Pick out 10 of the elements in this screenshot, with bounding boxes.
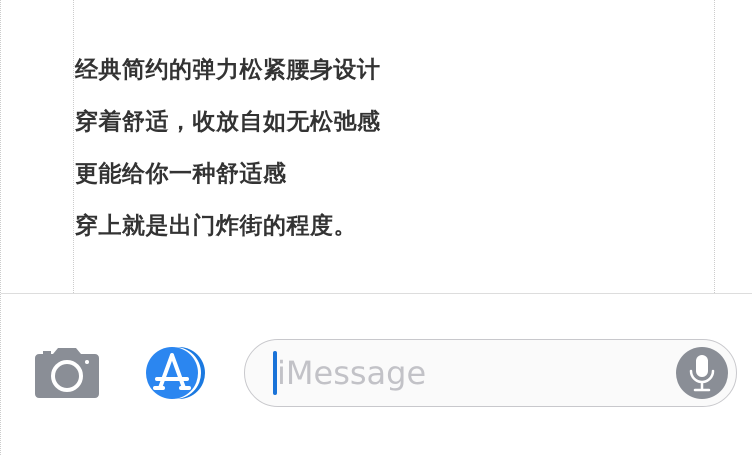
message-input[interactable]: iMessage [277,348,676,396]
product-description-line: 穿上就是出门炸街的程度。 [75,212,358,240]
camera-icon [35,348,99,398]
product-description-line: 经典简约的弹力松紧腰身设计 [75,56,382,84]
microphone-icon [688,354,716,392]
product-description-line: 更能给你一种舒适感 [75,160,288,188]
message-bar[interactable]: iMessage [244,338,737,406]
product-description-line: 穿着舒适，收放自如无松弛感 [75,108,382,136]
camera-button[interactable] [35,348,99,398]
microphone-button[interactable] [676,346,728,398]
